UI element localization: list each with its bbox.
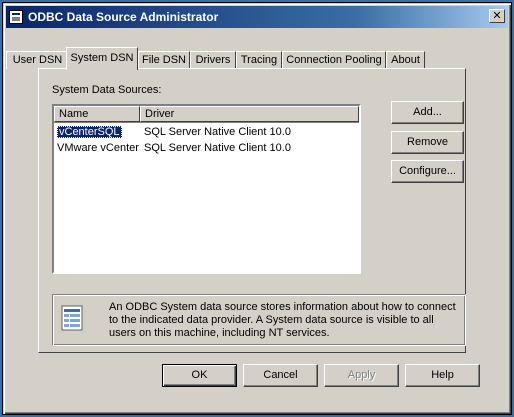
list-item[interactable]: VMware vCenter SQL Server Native Client … xyxy=(54,140,359,156)
odbc-app-icon xyxy=(9,10,23,24)
help-button[interactable]: Help xyxy=(405,364,480,387)
tab-tracing[interactable]: Tracing xyxy=(236,51,282,69)
apply-button[interactable]: Apply xyxy=(324,364,399,387)
tab-user-dsn[interactable]: User DSN xyxy=(6,51,69,69)
window-title: ODBC Data Source Administrator xyxy=(28,10,219,24)
close-button[interactable]: ✕ xyxy=(489,9,505,23)
add-button[interactable]: Add... xyxy=(391,101,464,124)
dsn-name: vCenterSQL xyxy=(57,126,122,138)
data-source-icon xyxy=(61,305,83,331)
ok-button[interactable]: OK xyxy=(162,364,237,387)
cancel-button[interactable]: Cancel xyxy=(243,364,318,387)
tab-connection-pooling[interactable]: Connection Pooling xyxy=(282,51,386,69)
tab-drivers[interactable]: Drivers xyxy=(190,51,236,69)
title-bar[interactable]: ODBC Data Source Administrator ✕ xyxy=(6,6,508,28)
column-header-name[interactable]: Name xyxy=(54,106,140,122)
dsn-name: VMware vCenter xyxy=(57,142,139,154)
system-data-sources-label: System Data Sources: xyxy=(52,84,162,96)
list-header: Name Driver xyxy=(54,106,359,123)
remove-button[interactable]: Remove xyxy=(391,131,464,154)
info-text: An ODBC System data source stores inform… xyxy=(109,301,456,339)
configure-button[interactable]: Configure... xyxy=(391,160,464,183)
dsn-driver: SQL Server Native Client 10.0 xyxy=(144,126,291,138)
list-item[interactable]: vCenterSQL SQL Server Native Client 10.0 xyxy=(54,124,359,140)
system-data-sources-list[interactable]: Name Driver vCenterSQL SQL Server Native… xyxy=(52,104,361,274)
tab-system-dsn[interactable]: System DSN xyxy=(66,47,138,70)
dsn-driver: SQL Server Native Client 10.0 xyxy=(144,142,291,154)
tab-file-dsn[interactable]: File DSN xyxy=(138,51,190,69)
column-header-driver[interactable]: Driver xyxy=(140,106,359,122)
info-box: An ODBC System data source stores inform… xyxy=(52,294,466,346)
tab-about[interactable]: About xyxy=(386,51,425,69)
